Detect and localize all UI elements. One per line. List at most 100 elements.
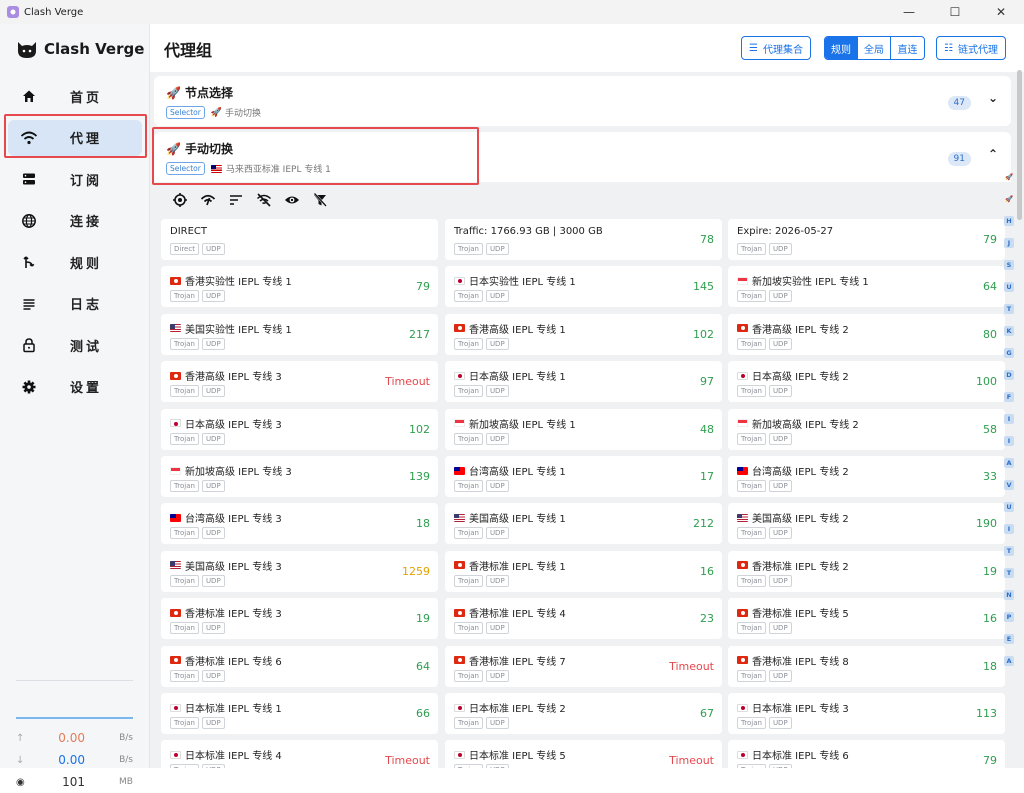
proxy-card[interactable]: Expire: 2026-05-27 Trojan UDP 79 <box>728 219 1005 260</box>
index-item[interactable]: E <box>1002 628 1016 650</box>
index-item[interactable]: A <box>1002 452 1016 474</box>
proxy-collection-button[interactable]: ☰ 代理集合 <box>741 36 811 60</box>
proxy-card[interactable]: DIRECT Direct UDP <box>161 219 438 260</box>
proxy-card[interactable]: 美国高级 IEPL 专线 1 Trojan UDP 212 <box>445 503 722 545</box>
proxy-delay[interactable]: 139 <box>409 470 430 483</box>
index-item[interactable]: 🚀 <box>1002 166 1016 188</box>
proxy-card[interactable]: 美国高级 IEPL 专线 3 Trojan UDP 1259 <box>161 550 438 592</box>
speed-test-icon[interactable] <box>194 191 222 209</box>
proxy-card[interactable]: 香港实验性 IEPL 专线 1 Trojan UDP 79 <box>161 266 438 308</box>
proxy-delay[interactable]: 66 <box>416 707 430 720</box>
chevron-down-icon[interactable]: ⌄ <box>988 91 998 105</box>
proxy-delay[interactable]: 79 <box>983 233 997 246</box>
proxy-card[interactable]: 日本高级 IEPL 专线 2 Trojan UDP 100 <box>728 361 1005 403</box>
proxy-delay[interactable]: 79 <box>983 754 997 767</box>
proxy-delay[interactable]: Timeout <box>385 754 430 767</box>
proxy-card[interactable]: Traffic: 1766.93 GB | 3000 GB Trojan UDP 78 <box>445 219 722 260</box>
proxy-delay[interactable]: 67 <box>700 707 714 720</box>
proxy-delay[interactable]: Timeout <box>669 754 714 767</box>
proxy-card[interactable]: 香港标准 IEPL 专线 1 Trojan UDP 16 <box>445 550 722 592</box>
proxy-delay[interactable]: 19 <box>416 612 430 625</box>
sidebar-item-rules[interactable]: 规则 <box>8 244 142 280</box>
proxy-delay[interactable]: 64 <box>416 660 430 673</box>
proxy-card[interactable]: 香港高级 IEPL 专线 1 Trojan UDP 102 <box>445 313 722 355</box>
proxy-delay[interactable]: 190 <box>976 517 997 530</box>
index-item[interactable]: V <box>1002 474 1016 496</box>
proxy-card[interactable]: 香港标准 IEPL 专线 8 Trojan UDP 18 <box>728 645 1005 687</box>
locate-icon[interactable] <box>166 191 194 209</box>
scrollbar[interactable] <box>1017 70 1022 220</box>
proxy-card[interactable]: 新加坡高级 IEPL 专线 2 Trojan UDP 58 <box>728 408 1005 450</box>
proxy-delay[interactable]: 113 <box>976 707 997 720</box>
close-button[interactable]: ✕ <box>978 0 1024 24</box>
proxy-card[interactable]: 台湾高级 IEPL 专线 2 Trojan UDP 33 <box>728 456 1005 497</box>
sidebar-item-proxy[interactable]: 代理 <box>8 119 142 156</box>
proxy-card[interactable]: 新加坡高级 IEPL 专线 1 Trojan UDP 48 <box>445 408 722 450</box>
proxy-card[interactable]: 日本标准 IEPL 专线 5TrojanUDP Timeout <box>445 740 722 768</box>
index-item[interactable]: T <box>1002 298 1016 320</box>
sort-icon[interactable] <box>222 191 250 209</box>
proxy-delay[interactable]: 17 <box>700 470 714 483</box>
index-item[interactable]: H <box>1002 210 1016 232</box>
proxy-card[interactable]: 香港高级 IEPL 专线 3 Trojan UDP Timeout <box>161 361 438 403</box>
proxy-card[interactable]: 日本标准 IEPL 专线 3 Trojan UDP 113 <box>728 693 1005 734</box>
proxy-card[interactable]: 香港高级 IEPL 专线 2 Trojan UDP 80 <box>728 313 1005 355</box>
proxy-delay[interactable]: 212 <box>693 517 714 530</box>
proxy-card[interactable]: 美国高级 IEPL 专线 2 Trojan UDP 190 <box>728 503 1005 545</box>
proxy-card[interactable]: 日本高级 IEPL 专线 1 Trojan UDP 97 <box>445 361 722 403</box>
index-item[interactable]: I <box>1002 408 1016 430</box>
mode-global-button[interactable]: 全局 <box>858 37 891 59</box>
proxy-delay[interactable]: Timeout <box>385 375 430 388</box>
eye-icon[interactable] <box>278 191 306 209</box>
index-item[interactable]: K <box>1002 320 1016 342</box>
proxy-delay[interactable]: 16 <box>700 565 714 578</box>
proxy-delay[interactable]: 23 <box>700 612 714 625</box>
sidebar-item-connections[interactable]: 连接 <box>8 203 142 239</box>
proxy-card[interactable]: 香港标准 IEPL 专线 6 Trojan UDP 64 <box>161 645 438 687</box>
index-item[interactable]: T <box>1002 540 1016 562</box>
index-item[interactable]: A <box>1002 650 1016 672</box>
index-item[interactable]: I <box>1002 430 1016 452</box>
minimize-button[interactable]: — <box>886 0 932 24</box>
sidebar-item-logs[interactable]: 日志 <box>8 286 142 322</box>
proxy-card[interactable]: 美国实验性 IEPL 专线 1 Trojan UDP 217 <box>161 313 438 355</box>
wifi-off-icon[interactable] <box>250 191 278 209</box>
proxy-delay[interactable]: 19 <box>983 565 997 578</box>
index-item[interactable]: J <box>1002 232 1016 254</box>
proxy-delay[interactable]: 100 <box>976 375 997 388</box>
filter-off-icon[interactable] <box>306 191 334 209</box>
proxy-card[interactable]: 新加坡高级 IEPL 专线 3 Trojan UDP 139 <box>161 456 438 497</box>
chain-proxy-button[interactable]: ☷ 链式代理 <box>936 36 1006 60</box>
proxy-delay[interactable]: 64 <box>983 280 997 293</box>
proxy-group-node-select[interactable]: 🚀 节点选择 Selector 🚀 手动切换 47 ⌄ <box>154 76 1011 126</box>
proxy-card[interactable]: 香港标准 IEPL 专线 4 Trojan UDP 23 <box>445 598 722 640</box>
proxy-card[interactable]: 日本标准 IEPL 专线 6TrojanUDP 79 <box>728 740 1005 768</box>
maximize-button[interactable]: ☐ <box>932 0 978 24</box>
index-item[interactable]: P <box>1002 606 1016 628</box>
chevron-up-icon[interactable]: ⌃ <box>988 147 998 161</box>
proxy-delay[interactable]: 217 <box>409 328 430 341</box>
proxy-delay[interactable]: 79 <box>416 280 430 293</box>
proxy-delay[interactable]: 58 <box>983 423 997 436</box>
index-item[interactable]: T <box>1002 562 1016 584</box>
proxy-card[interactable]: 香港标准 IEPL 专线 5 Trojan UDP 16 <box>728 598 1005 640</box>
index-item[interactable]: G <box>1002 342 1016 364</box>
index-item[interactable]: I <box>1002 518 1016 540</box>
index-item[interactable]: U <box>1002 276 1016 298</box>
sidebar-item-home[interactable]: 首页 <box>8 78 142 114</box>
sidebar-item-test[interactable]: 测试 <box>8 327 142 363</box>
proxy-delay[interactable]: 18 <box>983 660 997 673</box>
proxy-card[interactable]: 日本标准 IEPL 专线 1 Trojan UDP 66 <box>161 693 438 734</box>
proxy-card[interactable]: 日本标准 IEPL 专线 2 Trojan UDP 67 <box>445 693 722 734</box>
proxy-card[interactable]: 日本标准 IEPL 专线 4TrojanUDP Timeout <box>161 740 438 768</box>
index-item[interactable]: F <box>1002 386 1016 408</box>
proxy-card[interactable]: 日本高级 IEPL 专线 3 Trojan UDP 102 <box>161 408 438 450</box>
proxy-delay[interactable]: 16 <box>983 612 997 625</box>
proxy-delay[interactable]: 145 <box>693 280 714 293</box>
index-item[interactable]: N <box>1002 584 1016 606</box>
proxy-delay[interactable]: 18 <box>416 517 430 530</box>
proxy-delay[interactable]: 78 <box>700 233 714 246</box>
index-item[interactable]: D <box>1002 364 1016 386</box>
proxy-delay[interactable]: 97 <box>700 375 714 388</box>
proxy-card[interactable]: 日本实验性 IEPL 专线 1 Trojan UDP 145 <box>445 266 722 308</box>
